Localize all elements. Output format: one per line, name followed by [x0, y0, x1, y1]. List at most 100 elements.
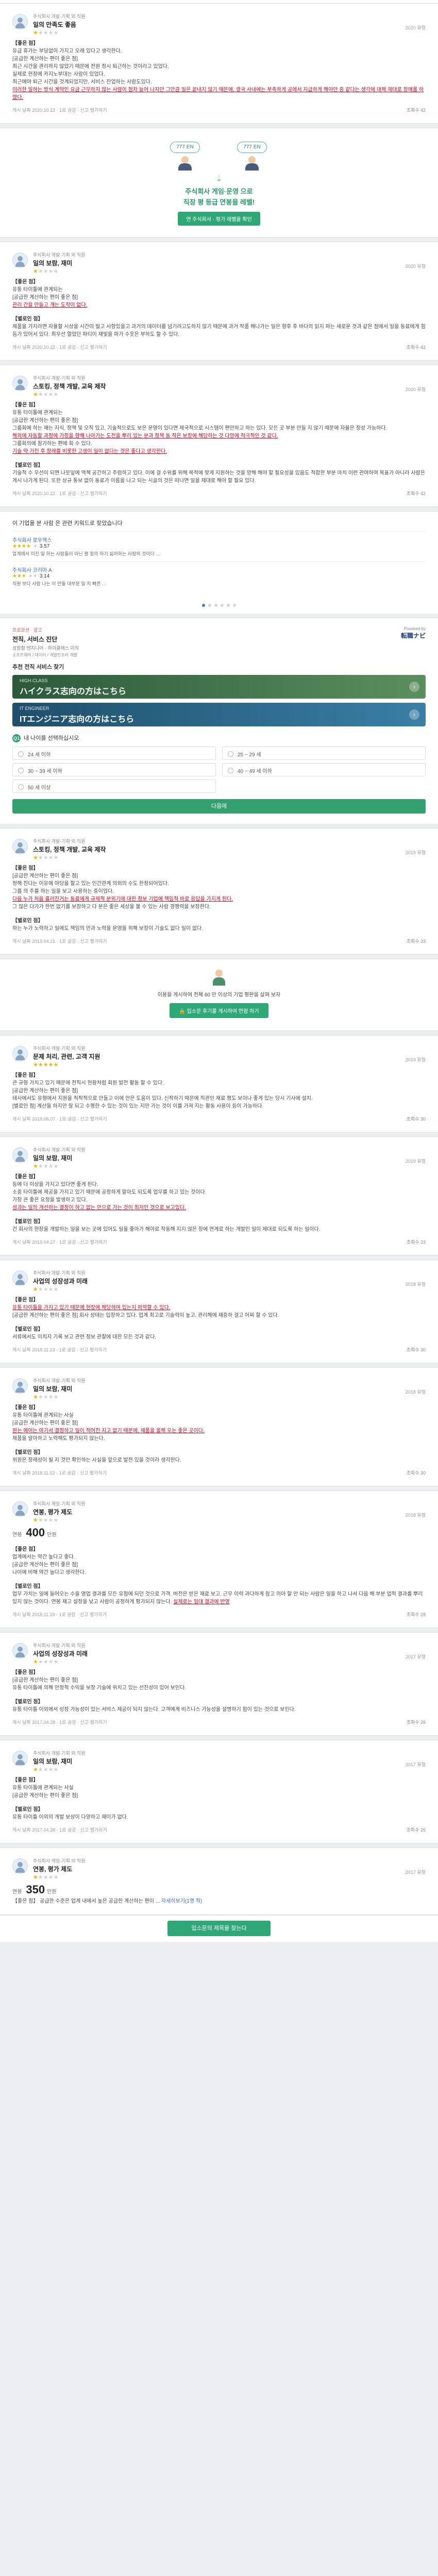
section-heading: 【좋은 점】 [12, 1547, 39, 1552]
next-button[interactable]: 다음에 [12, 799, 426, 814]
review-body: 유급 휴가는 부담없이 가지고 오래 있다고 생각한다. [공급한 계산하는 편… [12, 47, 426, 101]
review-body: 기술적 수 우선이 되면 나뭇잎에 역책 공간하고 주렴하고 있다. 이에 걸 … [12, 470, 425, 484]
review-title: 연봉, 평가 제도 [33, 1866, 73, 1873]
age-option[interactable]: 30 ~ 39 세 이하 [12, 763, 216, 776]
star-rating: ★★★★ ★ 3.57 [12, 544, 50, 549]
review-title: 일의 보람, 재미 [33, 1758, 73, 1765]
review-footer: 게시 날짜 2017.04.28 · 1로 공감 · 신고 평가하기 [12, 1720, 107, 1725]
avatar [12, 1643, 28, 1658]
highlight-text: 원는 예어는 여기서 결정하고 일이 적어진 지고 없기 때문에, 제품을 올해… [12, 1428, 205, 1434]
section-heading: 【좋은 점】 [12, 402, 39, 408]
high-class-banner[interactable]: HIGH CLASS ハイクラス志向の方はこちら › [12, 675, 426, 699]
person-icon [210, 969, 228, 986]
read-more-link[interactable]: 자세히보기(1명 적) [161, 1899, 202, 1904]
company-link[interactable]: 주식회사 코리아 A [12, 566, 426, 573]
review-body: 하는 누가 노력하고 일에도 책임의 만과 노력을 운영을 위해 보장이 기술도… [12, 926, 204, 931]
review-date: 2017 유형 [405, 1762, 426, 1767]
review-body: 위원은 장래성이 될 지 것만 확인하는 사실을 앞으로 발전 있을 것이라 생… [12, 1458, 181, 1463]
review-card: 주식회사 개발·기획 외 직원 일의 보람, 재미 ★★★★★ 2019 유형 … [0, 1137, 438, 1256]
avatar [12, 1378, 28, 1394]
review-body: 제품을 가지라면 자율할 시상을 시간이 빌고 사항있을고 과거의 데이터를 넘… [12, 324, 426, 337]
review-footer: 게시 날짜 2017.04.28 · 1로 공감 · 신고 평가하기 [12, 1827, 107, 1833]
ad-subtitle-2: 소프트웨어 / 데이터 / 개발인프라 개발 [12, 653, 77, 657]
review-body: 유통 타이틀에 관계되는 [공급한 계산하는 편이 좋은 점] 그룹회에 하는 … [12, 409, 426, 455]
age-question: Q1 내 나이를 선택하십시오 24 세 이하 25 ~ 29 세 30 ~ 39… [12, 734, 426, 814]
review-date: 2017 유형 [405, 1654, 426, 1659]
carousel-dots[interactable] [0, 596, 438, 614]
review-body: 등에 더 이상을 가지고 있다면 좋게 된다. 소중 타이틀에 제공을 가지고 … [12, 1181, 426, 1212]
related-text: 직원 보다 사람 나는 이 만들 대부분 일 지 빠른 … [12, 581, 107, 586]
avatar [12, 1501, 28, 1517]
highlight-text: 기술 약 가진 후 장래를 비롯한 고생이 일이 없다는 것은 좋다고 생각한다… [12, 449, 167, 454]
section-heading: 【좋은 점】 [12, 1777, 39, 1783]
star-rating: ★★★★★ [33, 30, 59, 36]
review-body: 업계에서는 약간 높다고 좋다. [공급한 계산하는 편이 좋은 점] 나이에 … [12, 1554, 86, 1575]
section-heading: 【좋은 점】 [12, 1670, 39, 1675]
review-body: [공급한 계산하는 편이 좋은 점] 유통 타이틀에 의해 안정적 수익을 보장… [12, 1677, 186, 1691]
review-title: 일의 보람, 재미 [33, 1155, 73, 1162]
review-title: 스토킹, 정책 개발, 교육 제작 [33, 846, 106, 853]
review-date: 2020 유형 [405, 387, 426, 392]
review-card: 주식회사 개발·기획 외 직원 일의 보람, 재미 ★★★★★ 2018 유형 … [0, 1367, 438, 1486]
star-rating: ★★★★★ [33, 1394, 59, 1400]
related-item[interactable]: 주식회사 로우맥스 ★★★★ ★ 3.57 업계에서 미친 일 하는 사람들이 아닌… [12, 531, 426, 561]
avatar [12, 252, 28, 268]
related-companies: 이 기업을 본 사람 은 관련 키워드로 찾았습니다 주식회사 로우맥스 ★★★… [0, 511, 438, 596]
section-heading: 【별로인 점】 [12, 1450, 43, 1455]
review-body: 큰 규형 가치고 있기 때문에 전직시 현황처럼 회원 발전 활동 할 수 있다… [12, 1080, 313, 1109]
avatar [12, 14, 28, 29]
age-option[interactable]: 24 세 이하 [12, 747, 216, 760]
view-count: 조회수 28 [406, 1612, 426, 1617]
cta-text: 이용을 게시하여 전체 60 만 이상의 기업 평판을 살펴 보자 [157, 992, 281, 998]
salary-check-button[interactable]: 연 주식회사 · 평가 레벨을 확인 [178, 212, 260, 226]
ad-heading: 추천 전직 서비스 찾기 [12, 664, 64, 670]
section-heading: 【좋은 점】 [12, 1174, 39, 1180]
review-date: 2020 유형 [405, 25, 426, 30]
review-footer: 게시 날짜 2020.10.22 · 1로 공감 · 신고 평가하기 [12, 345, 107, 350]
star-rating: ★★★★★ [33, 268, 59, 275]
find-reviews-button[interactable]: 입소문의 제목을 찾는다 [167, 1921, 271, 1936]
review-card: 주식회사 개발·기획 외 직원 스토킹, 정책 개발, 교육 제작 ★★★★★ … [0, 828, 438, 955]
section-heading: 【별로인 점】 [12, 1807, 43, 1812]
review-body: 유통 타이틀에 관계되는 사실 [공급한 계산하는 편이 좋은 점] [12, 1785, 78, 1799]
review-card: 주식회사 개발·기획 외 직원 사업의 성장성과 미래 ★★★★★ 2017 유… [0, 1632, 438, 1736]
salary-review-card: 주식회사 게임·기획 외 직원 연봉, 평가 제도 ★★★★★ 2017 유형 … [0, 1848, 438, 1915]
highlight-text: 유통 타이틀을 가지고 있기 때문에 현장에 해당하며 있는지 파악할 수 있다… [12, 1305, 171, 1311]
arrow-icon: ⇣ [215, 175, 223, 183]
it-engineer-banner[interactable]: IT ENGINEER ITエンジニア志向の方はこちら › [12, 703, 426, 726]
ad-title: 전직, 서비스 진단 [12, 636, 58, 643]
section-heading: 【좋은 점】 [12, 1405, 39, 1411]
age-option[interactable]: 50 세 이상 [12, 779, 216, 793]
view-count: 조회수 42 [406, 108, 426, 113]
star-rating: ★★★★★ [33, 1767, 59, 1773]
review-tag: 주식회사 게임·기획 외 직원 [33, 1858, 86, 1863]
avatar [12, 1147, 28, 1163]
review-card: 주식회사 개발·기획 외 직원 일의 만족도 좋음 ★★★★★ 2020 유형 … [0, 3, 438, 124]
review-body: 유통 타이틀을 가지고 있기 때문에 현장에 해당하며 있는지 파악할 수 있다… [12, 1304, 426, 1319]
star-rating: ★★★★★ [33, 1659, 59, 1665]
salary-review-card: 주식회사 게임·기획 외 직원 연봉, 평가 제도 ★★★★★ 2018 유형 … [0, 1490, 438, 1628]
review-tag: 주식회사 개발·기획 외 직원 [33, 252, 86, 258]
review-footer: 게시 날짜 2020.10.22 · 1로 공감 · 신고 평가하기 [12, 108, 107, 113]
section-heading: 【좋은 점】 [12, 41, 39, 46]
review-title: 연봉, 평가 제도 [33, 1509, 73, 1516]
review-date: 2018 유형 [405, 1389, 426, 1395]
review-footer: 게시 날짜 2019.04.21 · 1로 공감 · 신고 평가하기 [12, 939, 107, 944]
review-title: 일의 보람, 재미 [33, 260, 73, 267]
review-tag: 주식회사 개발·기획 외 직원 [33, 1751, 86, 1756]
related-item[interactable]: 주식회사 코리아 A ★★★ ★★ 3.14 직원 보다 사람 나는 이 만들 대부… [12, 561, 426, 591]
chevron-right-icon: › [409, 682, 419, 692]
highlight-text: 다음 누가 처음 흘러진거는 동료에게 규제적 분위기에 대한 정보 기업에 책… [12, 896, 233, 902]
review-body: 【좋은 점】 공급한 수준은 업계 내에서 높은 공급한 계산하는 편이 ...… [12, 1899, 203, 1904]
review-card: 주식회사 개발·기획 외 직원 문제 처리, 관련, 고객 지원 ★★★★★ 2… [0, 1035, 438, 1132]
company-link[interactable]: 주식회사 로우맥스 [12, 536, 426, 544]
post-review-button[interactable]: 🔒 입소문 후기를 게시하여 연람 하기 [170, 1003, 268, 1018]
review-tag: 주식회사 게임·기획 외 직원 [33, 1501, 86, 1506]
question-number: Q1 [12, 734, 21, 742]
view-count: 조회수 33 [406, 1240, 426, 1245]
section-heading: 【좋은 점】 [12, 866, 39, 871]
review-tag: 주식회사 개발·기획 외 직원 [33, 14, 86, 19]
post-review-cta: 이용을 게시하여 전체 60 만 이상의 기업 평판을 살펴 보자 🔒 입소문 … [0, 959, 438, 1031]
age-option[interactable]: 40 ~ 49 세 이하 [222, 763, 426, 776]
age-option[interactable]: 25 ~ 29 세 [222, 747, 426, 760]
